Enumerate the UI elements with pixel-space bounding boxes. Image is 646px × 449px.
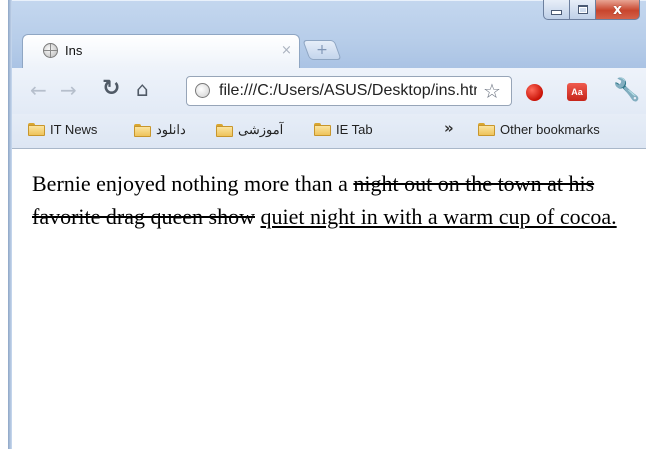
bookmark-folder-educational[interactable]: آموزشی	[216, 122, 283, 138]
dictionary-extension-icon[interactable]: Aa	[567, 83, 587, 101]
globe-icon	[43, 43, 58, 58]
folder-icon	[314, 123, 331, 136]
page-content: Bernie enjoyed nothing more than a night…	[12, 149, 646, 449]
window-caption-buttons: x	[543, 0, 640, 22]
address-bar[interactable]: file:///C:/Users/ASUS/Desktop/ins.html ☆	[186, 76, 512, 106]
page-info-globe-icon[interactable]	[195, 83, 210, 98]
new-tab-button[interactable]: +	[302, 40, 342, 60]
bookmark-star-icon[interactable]: ☆	[483, 79, 501, 103]
wrench-icon[interactable]: 🔧	[613, 78, 640, 103]
minimize-icon	[551, 10, 562, 15]
close-window-button[interactable]: x	[596, 0, 640, 20]
minimize-button[interactable]	[543, 0, 570, 20]
browser-window: x Ins × + ← → ↻ ⌂ file:///C:/Users/ASUS/…	[0, 0, 646, 449]
bookmark-folder-download[interactable]: دانلود	[134, 122, 186, 138]
folder-icon	[28, 123, 45, 136]
navigation-toolbar: ← → ↻ ⌂ file:///C:/Users/ASUS/Desktop/in…	[12, 68, 646, 114]
tab-ins[interactable]: Ins ×	[22, 34, 300, 68]
bookmarks-overflow-chevron-icon[interactable]: »	[444, 119, 454, 137]
plus-icon: +	[316, 42, 328, 58]
text-before: Bernie enjoyed nothing more than a	[32, 171, 354, 196]
folder-icon	[216, 123, 233, 137]
folder-icon	[134, 123, 151, 137]
bookmark-label: دانلود	[156, 122, 186, 137]
content-paragraph: Bernie enjoyed nothing more than a night…	[32, 167, 632, 233]
maximize-icon	[577, 5, 588, 14]
tab-title: Ins	[65, 43, 83, 58]
other-bookmarks-folder[interactable]: Other bookmarks	[478, 122, 600, 137]
bookmark-folder-it-news[interactable]: IT News	[28, 122, 97, 137]
folder-icon	[478, 123, 495, 136]
tab-close-icon[interactable]: ×	[281, 43, 292, 58]
bookmark-label: آموزشی	[238, 122, 284, 137]
forward-arrow-icon[interactable]: →	[60, 80, 77, 100]
bookmark-folder-ie-tab[interactable]: IE Tab	[314, 122, 373, 137]
reload-icon[interactable]: ↻	[102, 78, 120, 100]
bookmark-label: Other bookmarks	[500, 122, 600, 137]
inserted-text: quiet night in with a warm cup of cocoa.	[260, 204, 617, 229]
bookmark-label: IE Tab	[336, 122, 373, 137]
back-arrow-icon[interactable]: ←	[30, 80, 47, 100]
home-icon[interactable]: ⌂	[136, 79, 149, 99]
bookmark-label: IT News	[50, 122, 98, 137]
close-icon: x	[612, 1, 623, 18]
red-extension-icon[interactable]	[526, 84, 543, 101]
maximize-button[interactable]	[570, 0, 596, 20]
address-input[interactable]: file:///C:/Users/ASUS/Desktop/ins.html	[219, 82, 477, 100]
bookmarks-bar: IT News دانلود آموزشی IE Tab » Other boo…	[12, 114, 646, 149]
